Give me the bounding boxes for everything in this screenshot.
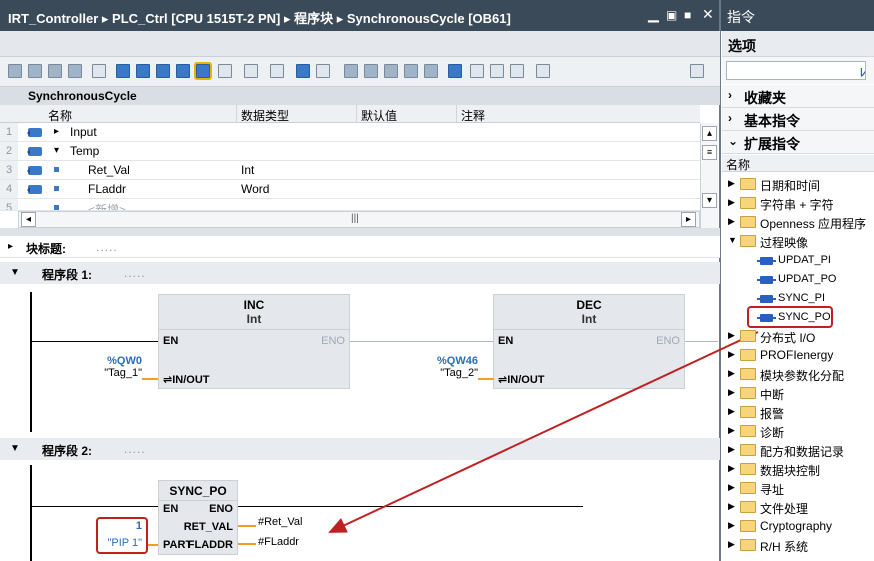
folder-icon bbox=[740, 501, 756, 513]
instruction-search-input[interactable] bbox=[726, 61, 866, 80]
folder-icon bbox=[740, 178, 756, 190]
block-icon bbox=[757, 295, 776, 303]
chevron-right-icon: › bbox=[728, 111, 732, 125]
folder-icon bbox=[740, 520, 756, 532]
folder-icon bbox=[740, 330, 756, 342]
folder-icon bbox=[740, 425, 756, 437]
folder-icon bbox=[740, 444, 756, 456]
chevron-down-icon: ⌄ bbox=[728, 134, 739, 148]
favorites-section[interactable]: › 收藏夹 bbox=[722, 85, 874, 108]
chevron-right-icon: › bbox=[728, 88, 732, 102]
folder-icon bbox=[740, 463, 756, 475]
extended-instructions-section[interactable]: ⌄ 扩展指令 bbox=[722, 131, 874, 154]
block-icon bbox=[757, 276, 776, 284]
folder-open-icon bbox=[740, 235, 756, 247]
folder-icon bbox=[740, 406, 756, 418]
folder-icon bbox=[740, 368, 756, 380]
folder-icon bbox=[740, 216, 756, 228]
options-header: 选项 bbox=[722, 31, 874, 57]
block-icon bbox=[757, 257, 776, 265]
search-options-icon[interactable]: ﾚ bbox=[860, 64, 866, 80]
folder-icon bbox=[740, 387, 756, 399]
sync-po-highlight bbox=[747, 306, 833, 328]
basic-instructions-section[interactable]: › 基本指令 bbox=[722, 108, 874, 131]
folder-icon bbox=[740, 539, 756, 551]
folder-icon bbox=[740, 349, 756, 361]
folder-icon bbox=[740, 482, 756, 494]
tree-header: 名称 bbox=[722, 155, 874, 172]
folder-icon bbox=[740, 197, 756, 209]
